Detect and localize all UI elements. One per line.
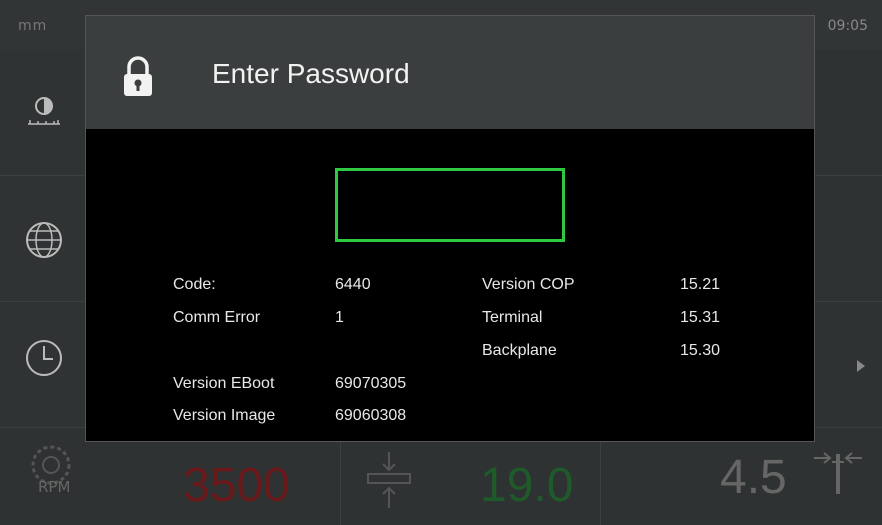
- version-image-value: 69060308: [335, 407, 407, 424]
- right-cell: [815, 50, 882, 176]
- backplane-label: Backplane: [482, 342, 557, 359]
- language-button[interactable]: [0, 176, 85, 302]
- feed-value: 19.0: [480, 459, 574, 512]
- version-eboot-label: Version EBoot: [173, 375, 275, 392]
- backplane-value: 15.30: [680, 342, 721, 359]
- unit-label: mm: [18, 18, 48, 34]
- version-eboot-value: 69070305: [335, 375, 407, 392]
- rpm-label: RPM: [38, 478, 71, 496]
- terminal-label: Terminal: [482, 309, 543, 326]
- chevron-right-icon: [857, 360, 865, 372]
- spindle-icon: [814, 452, 862, 494]
- contrast-icon: [28, 97, 60, 125]
- version-image-label: Version Image: [173, 407, 276, 424]
- time-button[interactable]: [0, 302, 85, 428]
- left-sidebar: [0, 50, 85, 428]
- password-dialog: Enter Password Code: 6440 Comm Error 1 V…: [85, 15, 815, 442]
- clock: 09:05: [827, 18, 868, 34]
- next-page-button[interactable]: [815, 302, 882, 428]
- right-panel: [815, 50, 882, 428]
- globe-icon: [26, 222, 62, 258]
- comm-error-value: 1: [335, 309, 344, 326]
- clamp-icon: [367, 452, 411, 508]
- contrast-button[interactable]: [0, 50, 85, 176]
- dimension-value: 4.5: [720, 451, 787, 504]
- terminal-value: 15.31: [680, 309, 721, 326]
- version-cop-value: 15.21: [680, 276, 721, 293]
- rpm-value: 3500: [183, 459, 290, 512]
- code-value: 6440: [335, 276, 371, 293]
- dialog-title: Enter Password: [212, 58, 410, 89]
- dialog-header: Enter Password: [86, 16, 814, 129]
- clock-icon: [26, 340, 62, 376]
- lock-icon: [124, 56, 152, 96]
- comm-error-label: Comm Error: [173, 309, 261, 326]
- version-cop-label: Version COP: [482, 276, 575, 293]
- code-label: Code:: [173, 276, 216, 293]
- password-input[interactable]: [335, 168, 565, 242]
- right-cell: [815, 176, 882, 302]
